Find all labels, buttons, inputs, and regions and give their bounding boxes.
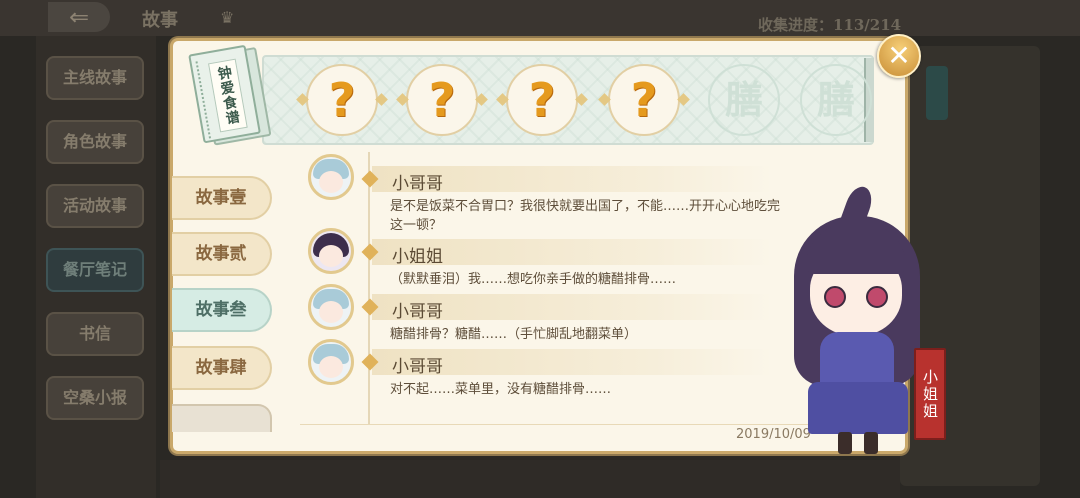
recipe-slot-4[interactable]: ? bbox=[598, 64, 690, 136]
question-mark-icon: ? bbox=[428, 73, 456, 127]
book-title: 钟爱食谱 bbox=[208, 58, 248, 133]
avatar-boy bbox=[308, 339, 354, 385]
character-boot bbox=[864, 432, 878, 454]
avatar-face bbox=[319, 171, 343, 193]
character-skirt bbox=[808, 382, 908, 434]
recipe-slot-3[interactable]: ? bbox=[496, 64, 588, 136]
character-boot bbox=[838, 432, 852, 454]
back-button[interactable]: ⇐ bbox=[48, 2, 110, 32]
tab-story-3[interactable]: 故事叁 bbox=[172, 288, 272, 332]
recipe-slot-5-locked: 膳 bbox=[708, 64, 780, 136]
character-illustration bbox=[792, 183, 922, 456]
menu-item-newspaper[interactable]: 空桑小报 bbox=[46, 376, 144, 420]
speaker-name: 小姐姐 bbox=[392, 247, 443, 267]
dialogue-timeline bbox=[368, 152, 370, 424]
speaker-name: 小哥哥 bbox=[392, 174, 443, 194]
speaker-name: 小哥哥 bbox=[392, 357, 443, 377]
page-title: 故事 bbox=[142, 10, 178, 31]
character-name-banner: 小姐姐 bbox=[914, 348, 946, 440]
question-mark-icon: ? bbox=[630, 73, 658, 127]
avatar-boy bbox=[308, 284, 354, 330]
speaker-name: 小哥哥 bbox=[392, 302, 443, 322]
recipe-slot-2[interactable]: ? bbox=[396, 64, 488, 136]
dialogue-text: 是不是饭菜不合胃口？我很快就要出国了，不能……开开心心地吃完这一顿？ bbox=[390, 199, 781, 233]
close-icon: ✕ bbox=[887, 39, 911, 72]
avatar-face bbox=[319, 245, 343, 267]
menu-item-main-story[interactable]: 主线故事 bbox=[46, 56, 144, 100]
dialogue-text: 糖醋排骨？糖醋……（手忙脚乱地翻菜单） bbox=[390, 327, 638, 342]
character-eye bbox=[824, 286, 846, 308]
background-footer bbox=[160, 460, 900, 498]
tab-story-1[interactable]: 故事壹 bbox=[172, 176, 272, 220]
tab-story-more[interactable] bbox=[172, 404, 272, 432]
menu-item-restaurant-notes[interactable]: 餐厅笔记 bbox=[46, 248, 144, 292]
dialogue-text: 对不起……菜单里，没有糖醋排骨…… bbox=[390, 382, 612, 397]
avatar-boy bbox=[308, 154, 354, 200]
background-decoration bbox=[926, 66, 948, 120]
crown-icon: ♛ bbox=[220, 8, 235, 27]
menu-item-character-story[interactable]: 角色故事 bbox=[46, 120, 144, 164]
question-mark-icon: ? bbox=[328, 73, 356, 127]
avatar-girl bbox=[308, 228, 354, 274]
menu-item-letters[interactable]: 书信 bbox=[46, 312, 144, 356]
avatar-face bbox=[319, 356, 343, 378]
tab-story-2[interactable]: 故事贰 bbox=[172, 232, 272, 276]
question-mark-icon: ? bbox=[528, 73, 556, 127]
character-eye bbox=[866, 286, 888, 308]
locked-recipe-icon: 膳 bbox=[816, 77, 855, 122]
collect-progress: 收集进度：113/214 bbox=[758, 16, 902, 34]
recipe-slot-1[interactable]: ? bbox=[296, 64, 388, 136]
menu-item-event-story[interactable]: 活动故事 bbox=[46, 184, 144, 228]
footer-divider bbox=[300, 424, 810, 425]
locked-recipe-icon: 膳 bbox=[724, 77, 763, 122]
avatar-face bbox=[319, 301, 343, 323]
dialogue-text: （默默垂泪）我……想吃你亲手做的糖醋排骨…… bbox=[390, 272, 677, 287]
back-arrow-icon: ⇐ bbox=[68, 3, 90, 31]
recipe-slot-6-locked: 膳 bbox=[800, 64, 872, 136]
tab-story-4[interactable]: 故事肆 bbox=[172, 346, 272, 390]
